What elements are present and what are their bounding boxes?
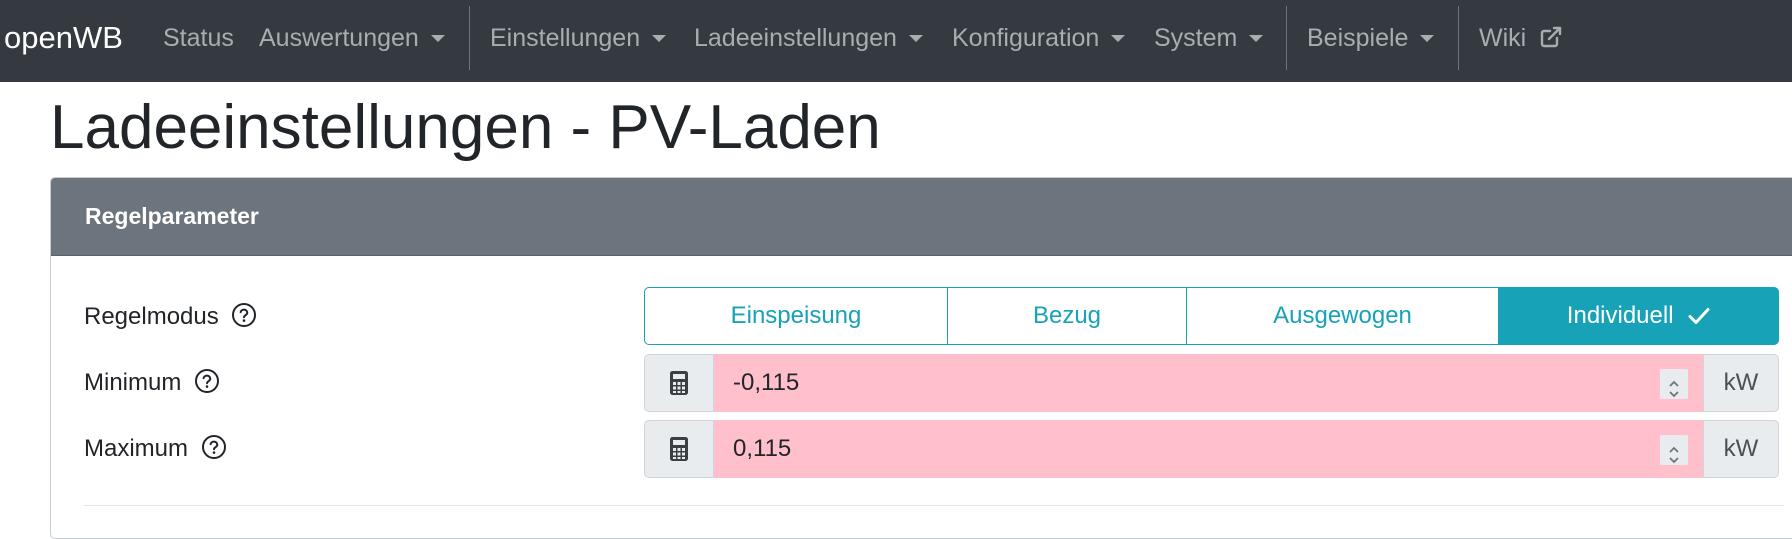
chevron-down-icon [1420,35,1435,42]
question-circle-icon[interactable] [194,367,220,407]
calculator-icon[interactable] [644,354,714,412]
nav-auswertungen-label: Auswertungen [259,24,419,52]
maximum-unit: kW [1703,420,1779,478]
page-title: Ladeeinstellungen - PV-Laden [50,93,881,162]
external-link-icon [1539,3,1563,79]
regelmodus-button-group: Einspeisung Bezug Ausgewogen Individuell [644,287,1779,345]
maximum-input-group: 0,115 kW [644,420,1779,478]
nav-status-label: Status [163,24,234,52]
nav-beispiele[interactable]: Beispiele [1307,0,1435,76]
nav-einstellungen-label: Einstellungen [490,24,641,52]
mode-individuell-button[interactable]: Individuell [1498,287,1779,345]
check-icon [1688,290,1710,346]
top-navbar: openWB Status Auswertungen Einstellungen… [0,0,1792,82]
nav-konfiguration-label: Konfiguration [952,24,1100,52]
minimum-label: Minimum [84,363,220,403]
nav-system-label: System [1154,24,1238,52]
mode-individuell-label: Individuell [1566,302,1674,329]
nav-divider [1458,6,1459,70]
mode-bezug-label: Bezug [1032,302,1102,329]
chevron-down-icon [1111,35,1126,42]
question-circle-icon[interactable] [201,433,227,473]
nav-wiki[interactable]: Wiki [1479,0,1563,76]
maximum-number-input[interactable]: 0,115 [714,420,1703,478]
mode-bezug-button[interactable]: Bezug [947,287,1187,345]
nav-einstellungen[interactable]: Einstellungen [490,0,667,76]
nav-konfiguration[interactable]: Konfiguration [952,0,1126,76]
mode-einspeisung-label: Einspeisung [730,302,862,329]
chevron-down-icon [908,35,923,42]
nav-ladeeinstellungen-label: Ladeeinstellungen [694,24,897,52]
maximum-label-text: Maximum [84,435,189,462]
maximum-label: Maximum [84,429,227,469]
minimum-label-text: Minimum [84,369,182,396]
nav-ladeeinstellungen[interactable]: Ladeeinstellungen [694,0,923,76]
nav-status[interactable]: Status [163,0,234,76]
minimum-input-group: -0,115 kW [644,354,1779,412]
nav-auswertungen[interactable]: Auswertungen [259,0,445,76]
nav-system[interactable]: System [1154,0,1264,76]
card-header-title: Regelparameter [85,203,259,229]
divider [84,505,1784,506]
question-circle-icon[interactable] [231,301,257,341]
nav-divider [469,6,470,70]
minimum-number-input[interactable]: -0,115 [714,354,1703,412]
mode-einspeisung-button[interactable]: Einspeisung [644,287,948,345]
number-spinner[interactable] [1660,369,1688,399]
nav-beispiele-label: Beispiele [1307,24,1409,52]
chevron-down-icon [430,35,445,42]
minimum-value: -0,115 [733,369,800,396]
brand-logo[interactable]: openWB [4,0,123,82]
maximum-value: 0,115 [733,435,792,462]
minimum-unit: kW [1703,354,1779,412]
number-spinner[interactable] [1660,435,1688,465]
regelmodus-label: Regelmodus [84,297,257,337]
card-header: Regelparameter [51,178,1792,256]
regelmodus-label-text: Regelmodus [84,303,219,330]
chevron-down-icon [1249,35,1264,42]
mode-ausgewogen-label: Ausgewogen [1273,302,1412,329]
nav-divider [1286,6,1287,70]
mode-ausgewogen-button[interactable]: Ausgewogen [1186,287,1499,345]
nav-wiki-label: Wiki [1479,24,1527,52]
calculator-icon[interactable] [644,420,714,478]
chevron-down-icon [652,35,667,42]
